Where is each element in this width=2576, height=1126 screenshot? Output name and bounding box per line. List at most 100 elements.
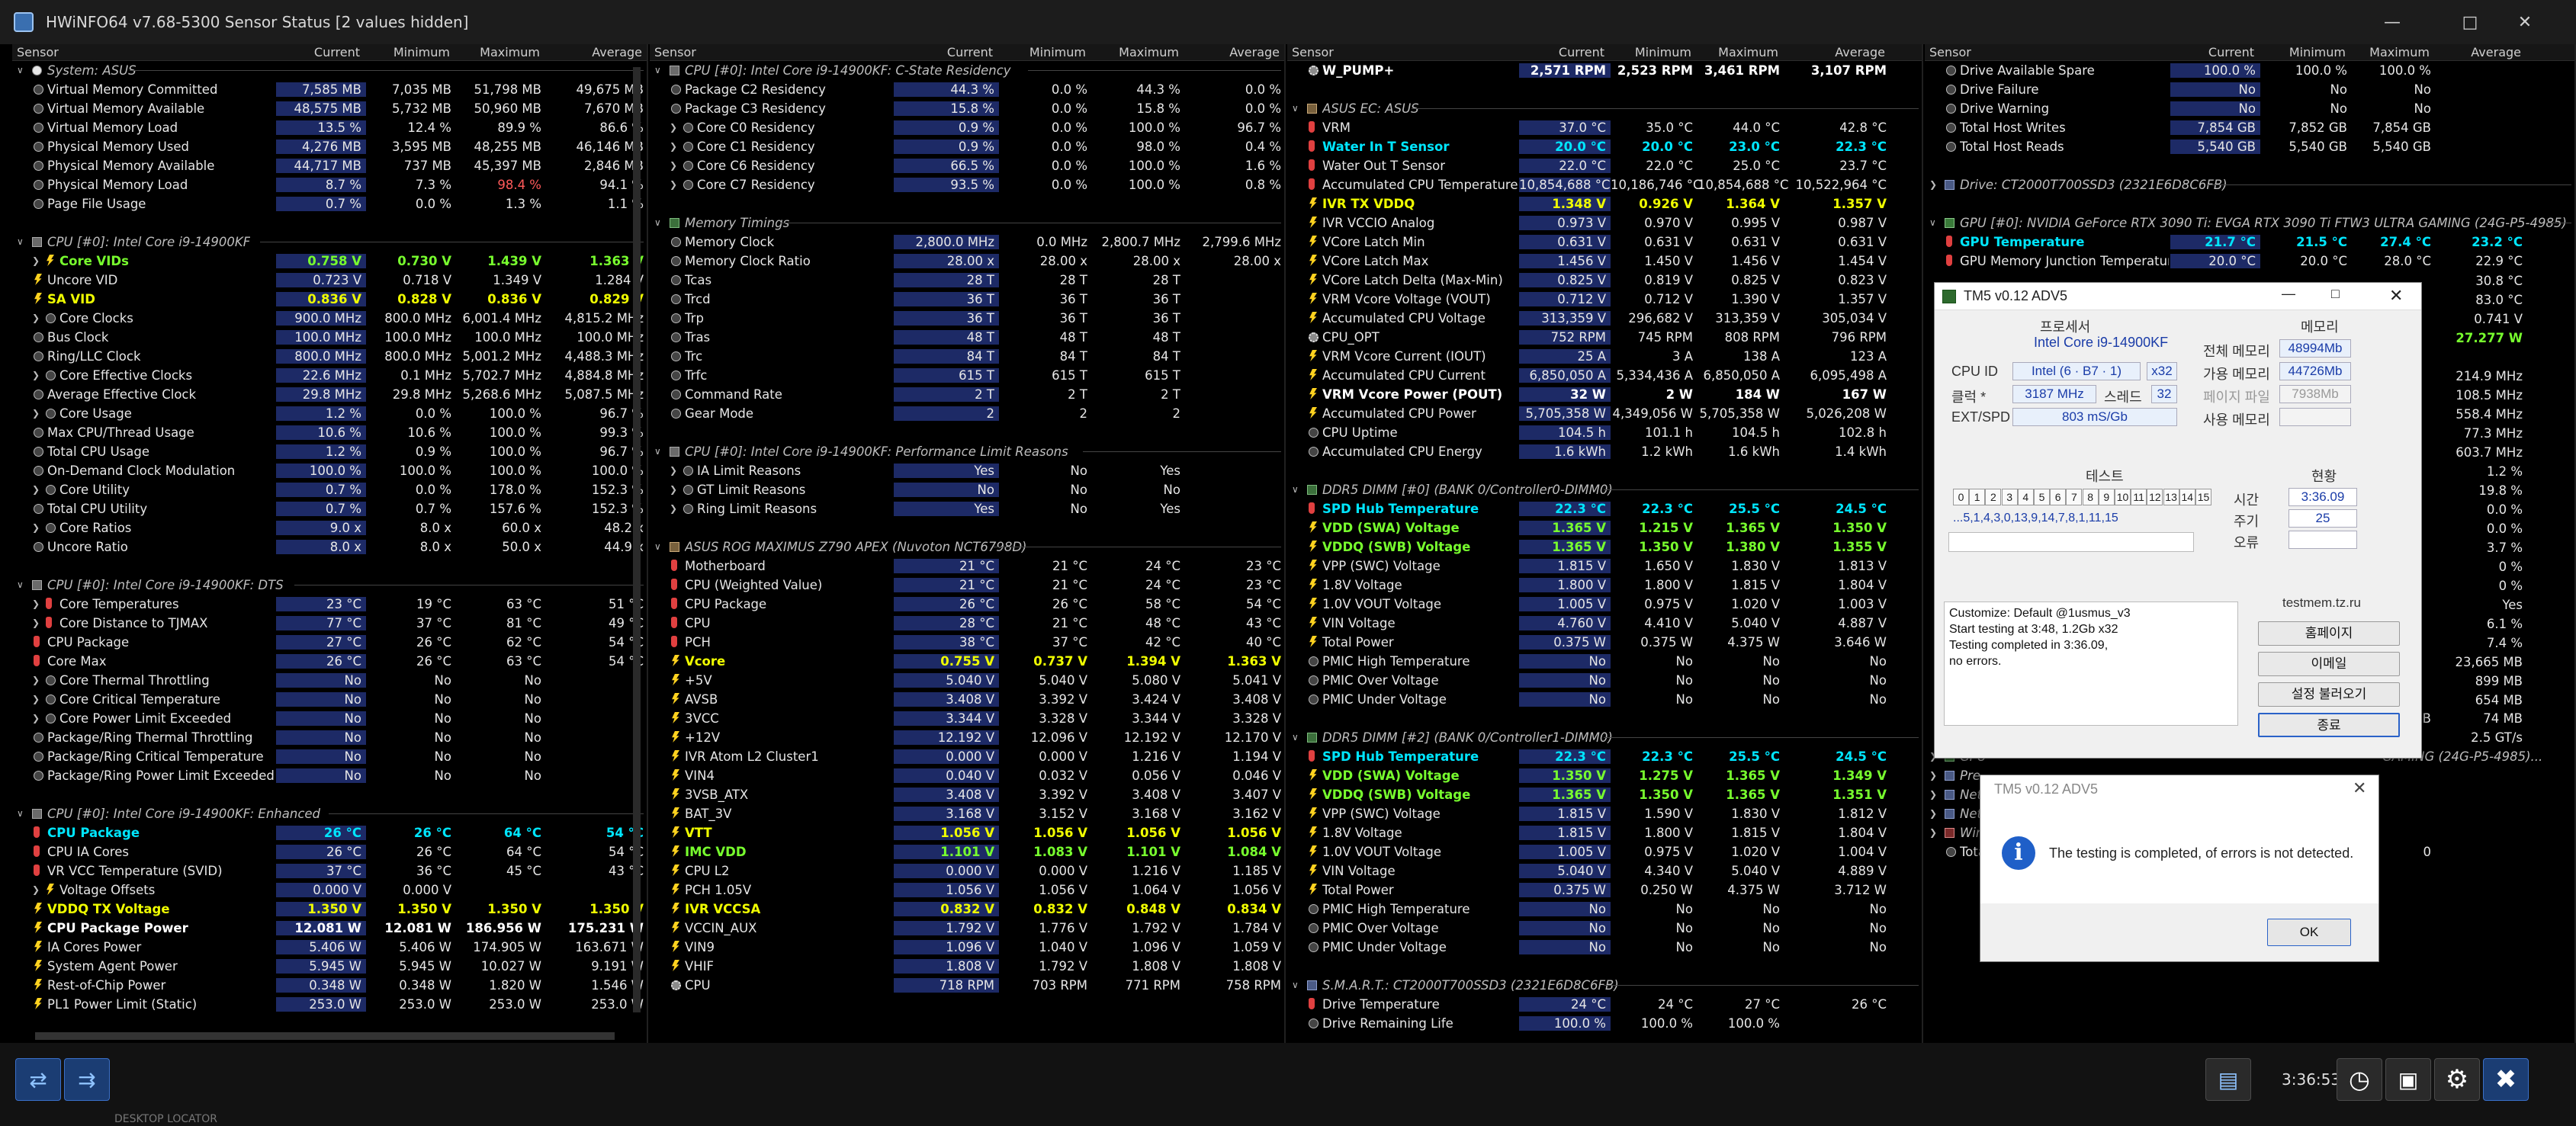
sensor-row[interactable]: Drive Failure No No No: [1925, 80, 2574, 99]
expand-chevron-icon[interactable]: ❯: [670, 122, 677, 133]
sensor-row[interactable]: ❯ Core C1 Residency 0.9 % 0.0 % 98.0 % 0.4 %: [650, 137, 1284, 156]
sensor-row[interactable]: Memory Clock Ratio 28.00 x 28.00 x 28.00 x 2…: [650, 252, 1284, 271]
sensor-group-header[interactable]: ∨ CPU [#0]: Intel Core i9-14900KF: DTS: [12, 576, 647, 595]
column-header-maximum[interactable]: Maximum: [456, 45, 546, 59]
expand-chevron-icon[interactable]: ❯: [670, 484, 677, 495]
sensor-row[interactable]: VR VCC Temperature (SVID) 37 °C 36 °C 45 °C…: [12, 861, 647, 881]
sensor-row[interactable]: VTT 1.056 V 1.056 V 1.056 V 1.056 V: [650, 823, 1284, 842]
minimize-icon[interactable]: —: [2366, 0, 2419, 44]
sensor-row[interactable]: ❯ Core VIDs 0.758 V 0.730 V 1.439 V 1.363 V: [12, 252, 647, 271]
sensor-row[interactable]: Accumulated CPU Current 6,850,050 A 5,334,…: [1287, 366, 1922, 385]
clock-icon[interactable]: ◷: [2337, 1058, 2382, 1101]
sensor-row[interactable]: Drive Temperature 24 °C 24 °C 27 °C 26 °C: [1287, 995, 1922, 1014]
sensor-row[interactable]: CPU IA Cores 26 °C 26 °C 64 °C 54 °C: [12, 842, 647, 861]
sensor-row[interactable]: VRM 37.0 °C 35.0 °C 44.0 °C 42.8 °C: [1287, 118, 1922, 137]
collapse-chevron-icon[interactable]: ∨: [1292, 103, 1299, 114]
column-header-maximum[interactable]: Maximum: [2352, 45, 2436, 59]
column-header-average[interactable]: Average: [1185, 45, 1284, 59]
sensor-group-header[interactable]: ∨ ASUS ROG MAXIMUS Z790 APEX (Nuvoton NCT…: [650, 537, 1284, 557]
sensor-row[interactable]: IA Cores Power 5.406 W 5.406 W 174.905 W 163…: [12, 938, 647, 957]
sensor-row[interactable]: PMIC Over Voltage No No No No: [1287, 671, 1922, 690]
sensor-row[interactable]: Virtual Memory Load 13.5 % 12.4 % 89.9 % 86.…: [12, 118, 647, 137]
horizontal-scrollbar[interactable]: [35, 1032, 615, 1040]
sensor-row[interactable]: VCCIN_AUX 1.792 V 1.776 V 1.792 V 1.784 V: [650, 919, 1284, 938]
sensor-row[interactable]: VCore Latch Max 1.456 V 1.450 V 1.456 V 1.45…: [1287, 252, 1922, 271]
sensor-row[interactable]: Total CPU Usage 1.2 % 0.9 % 100.0 % 96.7 %: [12, 442, 647, 461]
settings-gear-icon[interactable]: ⚙: [2434, 1058, 2480, 1101]
sensor-row[interactable]: 1.8V Voltage 1.800 V 1.800 V 1.815 V 1.804 V: [1287, 576, 1922, 595]
expand-chevron-icon[interactable]: ❯: [32, 694, 40, 704]
sensor-row[interactable]: Uncore VID 0.723 V 0.718 V 1.349 V 1.284 V: [12, 271, 647, 290]
collapse-chevron-icon[interactable]: ∨: [1929, 217, 1936, 228]
sensor-row[interactable]: Physical Memory Available 44,717 MB 737 MB…: [12, 156, 647, 175]
sensor-row[interactable]: ❯ Core Critical Temperature No No No: [12, 690, 647, 709]
sensor-row[interactable]: GPU Memory Junction Temperature 20.0 °C 20…: [1925, 252, 2574, 271]
sensor-row[interactable]: Trc 84 T 84 T 84 T: [650, 347, 1284, 366]
sensor-row[interactable]: Total Power 0.375 W 0.375 W 4.375 W 3.646 W: [1287, 633, 1922, 652]
sensor-row[interactable]: PL1 Power Limit (Static) 253.0 W 253.0 W 25…: [12, 995, 647, 1014]
sensor-row[interactable]: Trfc 615 T 615 T 615 T: [650, 366, 1284, 385]
column-header-minimum[interactable]: Minimum: [1611, 45, 1698, 59]
expand-chevron-icon[interactable]: ❯: [32, 408, 40, 419]
expand-chevron-icon[interactable]: ❯: [670, 465, 677, 476]
sensor-row[interactable]: VPP (SWC) Voltage 1.815 V 1.650 V 1.830 V 1.…: [1287, 557, 1922, 576]
collapse-chevron-icon[interactable]: ∨: [654, 65, 661, 75]
sensor-row[interactable]: VIN4 0.040 V 0.032 V 0.056 V 0.046 V: [650, 766, 1284, 785]
sensor-row[interactable]: System Agent Power 5.945 W 5.945 W 10.027 W…: [12, 957, 647, 976]
exit-button[interactable]: 종료: [2258, 713, 2400, 737]
sensor-group-header[interactable]: ∨ DDR5 DIMM [#0] (BANK 0/Controller0-DIMM…: [1287, 480, 1922, 499]
report-icon[interactable]: ▣: [2385, 1058, 2431, 1101]
expand-chevron-icon[interactable]: ❯: [670, 503, 677, 514]
sensor-row[interactable]: Package C3 Residency 15.8 % 0.0 % 15.8 % 0.0…: [650, 99, 1284, 118]
sensor-row[interactable]: ❯ Core Power Limit Exceeded No No No: [12, 709, 647, 728]
sensor-row[interactable]: Virtual Memory Available 48,575 MB 5,732 M…: [12, 99, 647, 118]
sensor-row[interactable]: Core Max 26 °C 26 °C 63 °C 54 °C: [12, 652, 647, 671]
sensor-row[interactable]: Tcas 28 T 28 T 28 T: [650, 271, 1284, 290]
sensor-row[interactable]: ❯ Core Distance to TJMAX 77 °C 37 °C 81 °C 49…: [12, 614, 647, 633]
collapse-chevron-icon[interactable]: ∨: [17, 579, 24, 590]
sensor-row[interactable]: Command Rate 2 T 2 T 2 T: [650, 385, 1284, 404]
sensor-group-header[interactable]: ❯ Drive: CT2000T700SSD3 (2321E6D8C6FB): [1925, 175, 2574, 194]
sensor-row[interactable]: VIN Voltage 4.760 V 4.410 V 5.040 V 4.887 V: [1287, 614, 1922, 633]
sensor-row[interactable]: AVSB 3.408 V 3.392 V 3.424 V 3.408 V: [650, 690, 1284, 709]
expand-chevron-icon[interactable]: ❯: [32, 713, 40, 723]
sensor-row[interactable]: ❯ Core Thermal Throttling No No No: [12, 671, 647, 690]
nav-forward-icon[interactable]: ⇉: [64, 1058, 110, 1101]
sensor-row[interactable]: VCore Latch Delta (Max-Min) 0.825 V 0.819 …: [1287, 271, 1922, 290]
collapse-chevron-icon[interactable]: ∨: [654, 446, 661, 457]
sensor-row[interactable]: Water In T Sensor 20.0 °C 20.0 °C 23.0 °C 22…: [1287, 137, 1922, 156]
sensor-row[interactable]: Drive Remaining Life 100.0 % 100.0 % 100.0 …: [1287, 1014, 1922, 1033]
sensor-row[interactable]: Page File Usage 0.7 % 0.0 % 1.3 % 1.1 %: [12, 194, 647, 213]
sensor-group-header[interactable]: ∨ S.M.A.R.T.: CT2000T700SSD3 (2321E6D8C6F…: [1287, 976, 1922, 995]
expand-chevron-icon[interactable]: ❯: [32, 884, 40, 895]
tm5-minimize-icon[interactable]: —: [2282, 286, 2295, 302]
sensor-row[interactable]: CPU Package 27 °C 26 °C 62 °C 54 °C: [12, 633, 647, 652]
sensor-row[interactable]: VDD (SWA) Voltage 1.350 V 1.275 V 1.365 V 1.…: [1287, 766, 1922, 785]
load-settings-button[interactable]: 설정 불러오기: [2258, 682, 2400, 707]
sensor-group-header[interactable]: ∨ CPU [#0]: Intel Core i9-14900KF: [12, 233, 647, 252]
sensor-row[interactable]: 3VCC 3.344 V 3.328 V 3.344 V 3.328 V: [650, 709, 1284, 728]
close-icon[interactable]: ✕: [2498, 0, 2552, 44]
sensor-row[interactable]: CPU 28 °C 21 °C 48 °C 43 °C: [650, 614, 1284, 633]
column-header-minimum[interactable]: Minimum: [366, 45, 456, 59]
sensor-row[interactable]: CPU (Weighted Value) 21 °C 21 °C 24 °C 23 °C: [650, 576, 1284, 595]
homepage-button[interactable]: 홈페이지: [2258, 621, 2400, 646]
sensor-group-header[interactable]: ∨ GPU [#0]: NVIDIA GeForce RTX 3090 Ti: E…: [1925, 213, 2574, 233]
sensor-row[interactable]: SA VID 0.836 V 0.828 V 0.836 V 0.829 V: [12, 290, 647, 309]
column-header-sensor[interactable]: Sensor: [1292, 45, 1334, 59]
sensor-row[interactable]: SPD Hub Temperature 22.3 °C 22.3 °C 25.5 °C…: [1287, 499, 1922, 518]
sensor-row[interactable]: VIN Voltage 5.040 V 4.340 V 5.040 V 4.889 V: [1287, 861, 1922, 881]
column-header-sensor[interactable]: Sensor: [17, 45, 59, 59]
sensor-row[interactable]: Ring/LLC Clock 800.0 MHz 800.0 MHz 5,001.2 …: [12, 347, 647, 366]
sensor-row[interactable]: +12V 12.192 V 12.096 V 12.192 V 12.170 V: [650, 728, 1284, 747]
sensor-row[interactable]: ❯ Voltage Offsets 0.000 V 0.000 V: [12, 881, 647, 900]
nav-back-icon[interactable]: ⇄: [15, 1058, 61, 1101]
column-header-current[interactable]: Current: [276, 45, 366, 59]
sensor-row[interactable]: CPU_OPT 752 RPM 745 RPM 808 RPM 796 RPM: [1287, 328, 1922, 347]
ok-button[interactable]: OK: [2267, 919, 2351, 946]
sensor-row[interactable]: ❯ Core C7 Residency 93.5 % 0.0 % 100.0 % 0.8 …: [650, 175, 1284, 194]
column-header-average[interactable]: Average: [2436, 45, 2527, 59]
sensor-row[interactable]: VRM Vcore Current (IOUT) 25 A 3 A 138 A 123 …: [1287, 347, 1922, 366]
sensor-row[interactable]: Vcore 0.755 V 0.737 V 1.394 V 1.363 V: [650, 652, 1284, 671]
sensor-row[interactable]: Uncore Ratio 8.0 x 8.0 x 50.0 x 44.9 x: [12, 537, 647, 557]
